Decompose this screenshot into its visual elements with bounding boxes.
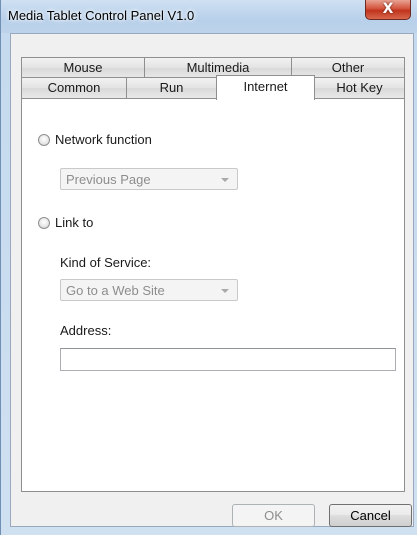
link-to-radio[interactable]: Link to [38,215,93,230]
radio-icon [38,133,50,146]
close-button[interactable]: X [365,0,411,20]
close-icon: X [382,1,394,17]
kind-of-service-dropdown[interactable]: Go to a Web Site [60,279,238,301]
client-area: Mouse Multimedia Other Common Run Intern… [10,33,414,527]
dropdown-value: Go to a Web Site [66,283,165,298]
tab-label: Other [331,60,365,75]
network-function-radio[interactable]: Network function [38,132,152,147]
tab-run[interactable]: Run [126,77,217,98]
tab-mouse[interactable]: Mouse [21,57,145,78]
address-field[interactable] [60,348,396,371]
tab-label: Internet [243,79,288,94]
cancel-button[interactable]: Cancel [329,504,412,527]
tab-hot-key[interactable]: Hot Key [314,77,405,98]
title-bar[interactable]: Media Tablet Control Panel V1.0 X [1,0,417,33]
tab-common[interactable]: Common [21,77,127,98]
dialog-window: Media Tablet Control Panel V1.0 X Mouse … [0,0,417,535]
window-title: Media Tablet Control Panel V1.0 [8,8,195,23]
link-to-label: Link to [55,215,94,230]
tab-label: Multimedia [186,60,250,75]
ok-label: OK [264,508,283,523]
tab-label: Common [47,80,101,95]
chevron-down-icon [221,178,229,182]
radio-icon [38,216,50,229]
address-label: Address: [60,323,112,338]
kind-of-service-label: Kind of Service: [60,255,152,270]
tab-label: Mouse [63,60,103,75]
tab-label: Run [159,80,184,95]
network-function-label: Network function [55,132,152,147]
tab-internet[interactable]: Internet [216,75,315,100]
dropdown-value: Previous Page [66,172,151,187]
cancel-label: Cancel [350,508,391,523]
ok-button[interactable]: OK [232,504,315,527]
chevron-down-icon [221,289,229,293]
internet-tab-panel: Network function Previous Page Link to K… [21,98,405,492]
tab-label: Hot Key [336,80,383,95]
network-function-dropdown[interactable]: Previous Page [60,168,238,190]
